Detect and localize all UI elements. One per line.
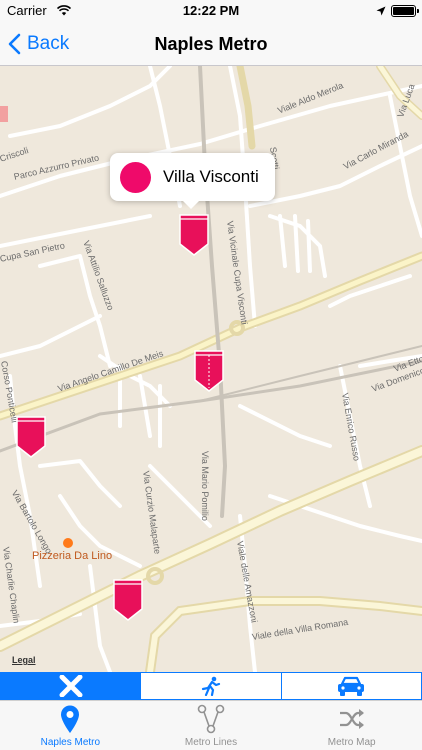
back-label: Back bbox=[27, 33, 70, 54]
battery-icon bbox=[391, 5, 419, 17]
navigation-bar: Back Naples Metro bbox=[0, 22, 422, 66]
map-pin-icon bbox=[16, 416, 46, 458]
map-pin-icon bbox=[113, 579, 143, 621]
restaurant-icon bbox=[63, 538, 73, 548]
mode-close-button[interactable] bbox=[1, 673, 142, 699]
station-color-dot bbox=[120, 161, 151, 193]
callout-tail bbox=[182, 200, 200, 209]
legal-link[interactable]: Legal bbox=[12, 655, 36, 665]
poi-label: Pizzeria Da Lino bbox=[32, 550, 113, 562]
lines-icon bbox=[197, 704, 225, 734]
back-button[interactable]: Back bbox=[8, 22, 69, 66]
map-view[interactable]: Viale Aldo Merola Parco Azzurro Privato … bbox=[0, 66, 422, 672]
tab-metro-lines[interactable]: Metro Lines bbox=[141, 701, 282, 750]
station-name: Villa Visconti bbox=[163, 167, 259, 186]
car-icon bbox=[338, 676, 365, 696]
status-bar: Carrier 12:22 PM bbox=[0, 0, 422, 22]
tab-label: Naples Metro bbox=[40, 737, 101, 748]
shuffle-icon bbox=[339, 709, 364, 729]
map-pin-icon bbox=[194, 350, 224, 392]
station-pin[interactable] bbox=[194, 350, 224, 392]
clock: 12:22 PM bbox=[182, 3, 240, 18]
map-pin-icon bbox=[179, 214, 209, 256]
tab-bar: Naples Metro Metro Lines Metro Map bbox=[0, 700, 422, 750]
close-icon bbox=[59, 675, 83, 697]
station-pin[interactable] bbox=[113, 579, 143, 621]
tab-label: Metro Lines bbox=[184, 737, 238, 748]
mode-car-button[interactable] bbox=[282, 673, 421, 699]
station-callout[interactable]: Villa Visconti bbox=[110, 153, 275, 209]
tab-naples-metro[interactable]: Naples Metro bbox=[0, 701, 141, 750]
street-label: Via Mario Pomilio bbox=[200, 451, 210, 521]
chevron-left-icon bbox=[8, 33, 21, 55]
tab-label: Metro Map bbox=[327, 737, 376, 748]
mode-walking-button[interactable] bbox=[141, 673, 282, 699]
station-pin[interactable] bbox=[16, 416, 46, 458]
transport-mode-selector bbox=[0, 672, 422, 700]
map-pin-icon bbox=[61, 705, 80, 733]
tab-metro-map[interactable]: Metro Map bbox=[281, 701, 422, 750]
station-pin[interactable] bbox=[179, 214, 209, 256]
walking-icon bbox=[201, 676, 221, 696]
location-arrow-icon bbox=[376, 4, 386, 19]
